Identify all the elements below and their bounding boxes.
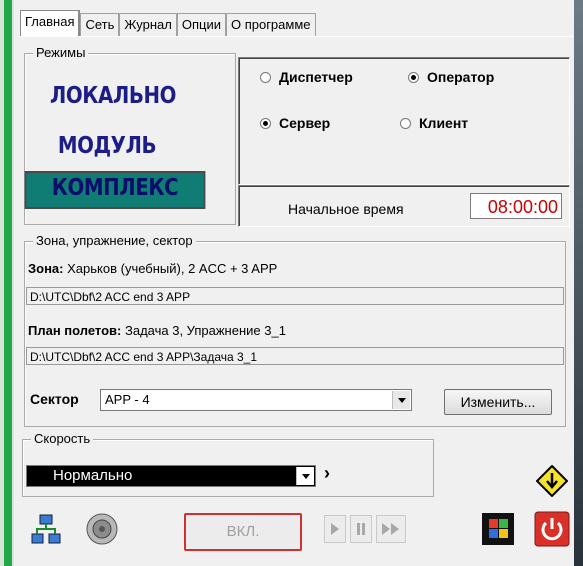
sector-select[interactable]: APP - 4 — [100, 389, 412, 411]
chevron-down-icon[interactable] — [392, 391, 410, 409]
tab-network[interactable]: Сеть — [80, 13, 120, 36]
main-panel: Главная Сеть Журнал Опции О программе Ре… — [18, 0, 574, 566]
speed-more[interactable]: › — [324, 463, 330, 484]
tab-content: Режимы ЛОКАЛЬНО МОДУЛЬ КОМПЛЕКС Диспетче… — [18, 36, 574, 566]
on-button[interactable]: ВКЛ. — [184, 513, 302, 551]
pause-icon[interactable] — [350, 515, 372, 543]
tab-about[interactable]: О программе — [225, 13, 316, 36]
power-icon[interactable] — [534, 511, 570, 547]
speed-legend: Скорость — [31, 431, 94, 447]
zone-path: D:\UTC\Dbf\2 ACC end 3 APP — [26, 287, 564, 305]
speed-select[interactable]: Нормально — [26, 465, 316, 487]
down-arrow-icon[interactable] — [535, 464, 569, 498]
play-icon[interactable] — [324, 515, 346, 543]
speed-value: Нормально — [53, 467, 133, 484]
windows-icon[interactable] — [480, 511, 516, 547]
speed-chevron-down-icon[interactable] — [296, 467, 314, 485]
start-time-field[interactable]: 08:00:00 — [470, 193, 562, 219]
tab-options[interactable]: Опции — [176, 13, 226, 36]
plan-value: Задача 3, Упражнение 3_1 — [125, 323, 286, 338]
radio-client-circle[interactable] — [400, 117, 411, 129]
start-time-label: Начальное время — [288, 201, 404, 217]
speaker-icon[interactable] — [82, 511, 120, 547]
radio-server-label: Сервер — [279, 115, 331, 131]
radio-dispatcher-circle[interactable] — [260, 71, 271, 83]
right-border — [574, 0, 583, 566]
radio-server-circle[interactable] — [260, 117, 271, 129]
plan-label: План полетов: — [28, 323, 122, 338]
app-window: Главная Сеть Журнал Опции О программе Ре… — [0, 0, 583, 566]
left-border — [0, 0, 14, 566]
zone-value: Харьков (учебный), 2 ACC + 3 APP — [67, 261, 278, 276]
fast-forward-icon[interactable] — [376, 515, 406, 543]
radio-client[interactable]: Клиент — [400, 115, 468, 131]
zone-legend: Зона, упражнение, сектор — [33, 233, 196, 249]
network-icon[interactable] — [30, 513, 62, 545]
radio-operator-label: Оператор — [427, 69, 495, 85]
modes-legend: Режимы — [33, 45, 89, 61]
tab-main[interactable]: Главная — [20, 10, 81, 36]
radio-operator-circle[interactable] — [408, 71, 419, 83]
mode-module[interactable]: МОДУЛЬ — [24, 129, 191, 163]
radio-client-label: Клиент — [419, 115, 469, 131]
radio-dispatcher[interactable]: Диспетчер — [260, 69, 353, 85]
radio-operator[interactable]: Оператор — [408, 69, 494, 85]
tab-journal[interactable]: Журнал — [119, 13, 177, 36]
sector-value: APP - 4 — [105, 392, 150, 407]
mode-local[interactable]: ЛОКАЛЬНО — [30, 79, 197, 113]
plan-path: D:\UTC\Dbf\2 ACC end 3 APP\Задача 3_1 — [26, 347, 564, 365]
radio-server[interactable]: Сервер — [260, 115, 330, 131]
tab-bar: Главная Сеть Журнал Опции О программе — [20, 10, 316, 36]
change-button[interactable]: Изменить... — [444, 389, 552, 415]
zone-line: Зона: Харьков (учебный), 2 ACC + 3 APP — [28, 261, 277, 276]
radio-dispatcher-label: Диспетчер — [279, 69, 353, 85]
plan-line: План полетов: Задача 3, Упражнение 3_1 — [28, 323, 286, 338]
zone-label: Зона: — [28, 261, 64, 276]
sector-label: Сектор — [30, 391, 79, 407]
mode-complex[interactable]: КОМПЛЕКС — [24, 171, 206, 209]
